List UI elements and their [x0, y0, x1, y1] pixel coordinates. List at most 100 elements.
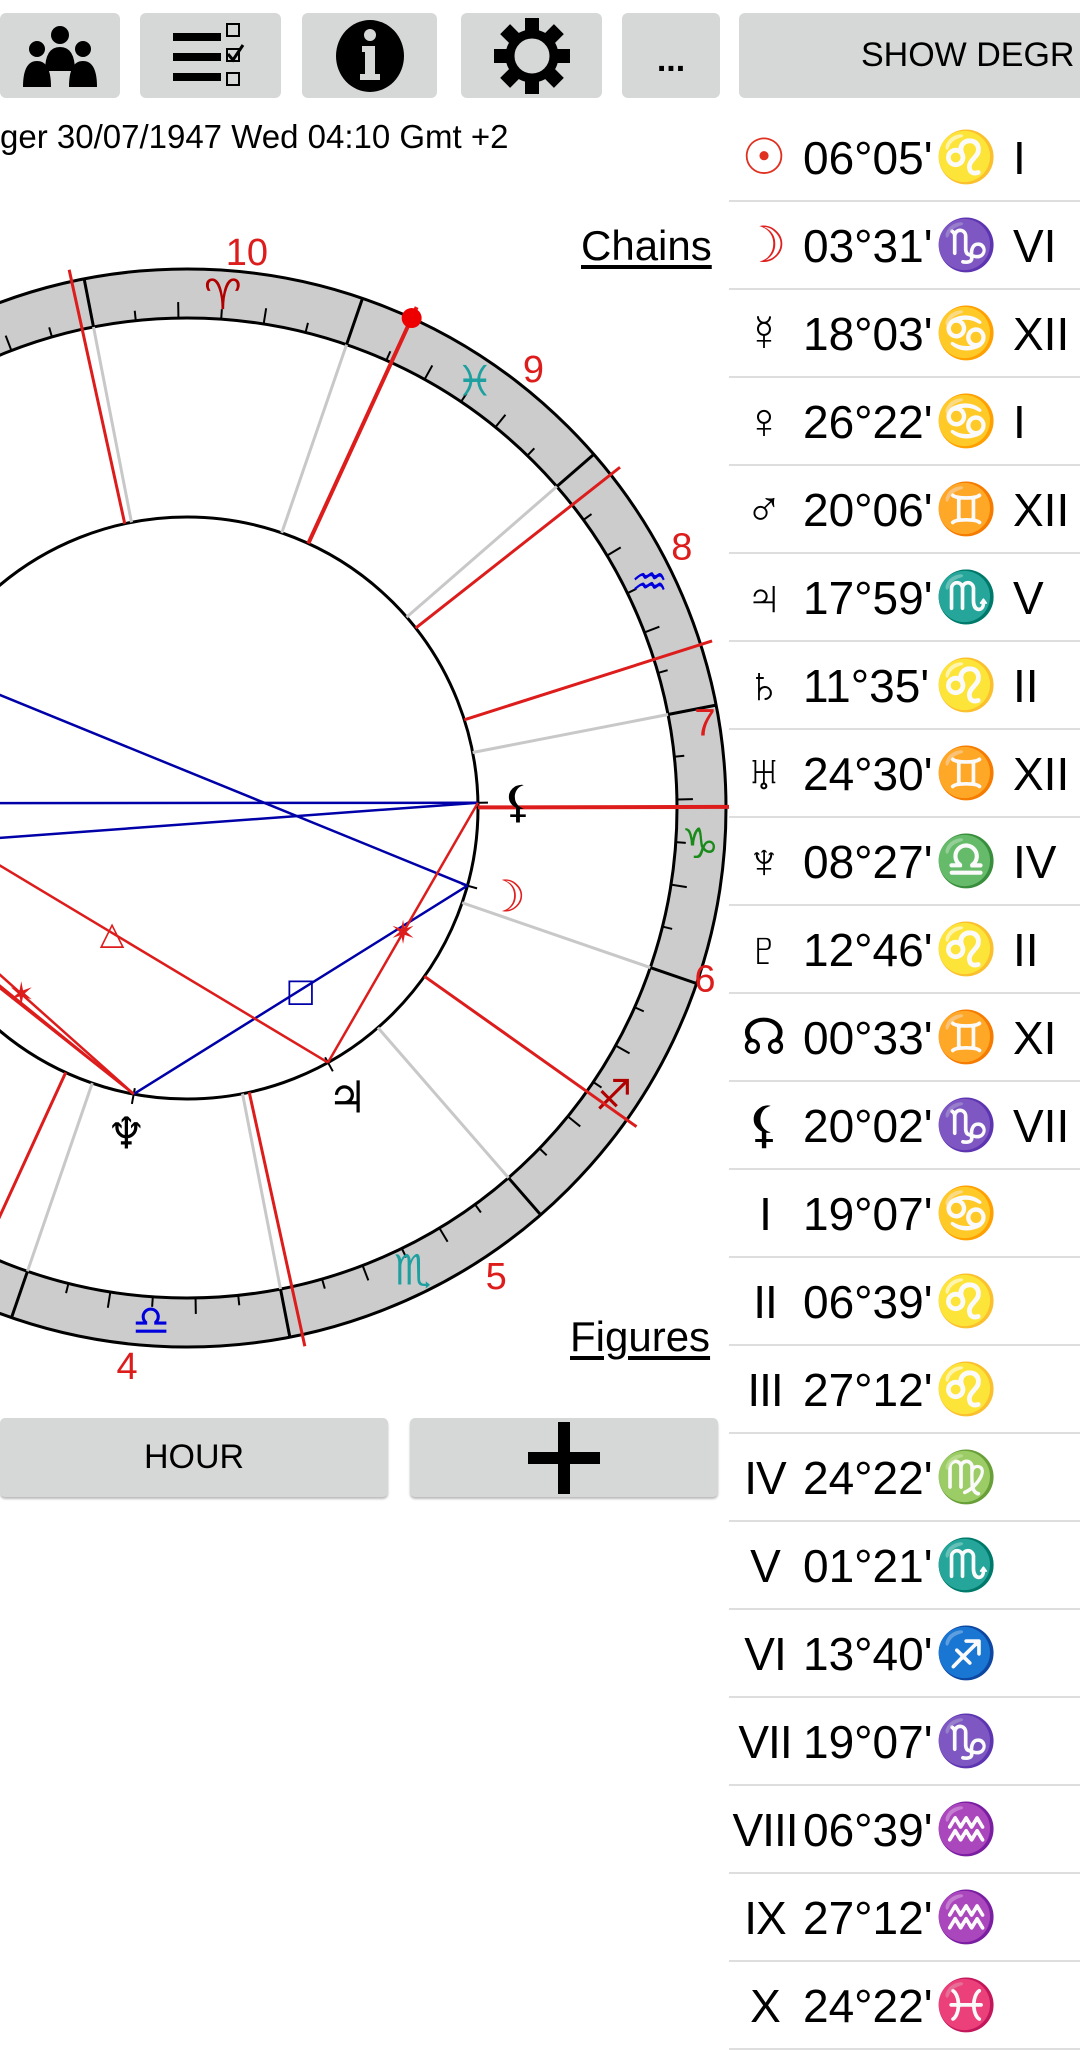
- planet-degree: 18°03': [803, 304, 933, 364]
- house-number-label: 9: [523, 349, 544, 391]
- planet-degree: 03°31': [803, 216, 933, 276]
- scorpio-icon: ♏: [935, 1530, 997, 1600]
- jupiter-icon: ♃: [328, 1073, 367, 1124]
- planet-row[interactable]: ♀26°22'♋I: [729, 378, 1080, 466]
- capricorn-icon: ♑: [681, 819, 719, 868]
- cancer-icon: ♋: [935, 1178, 997, 1248]
- trine-icon: △: [100, 914, 125, 952]
- planet-degree: 08°27': [803, 832, 933, 892]
- lilith-icon: ⚸: [502, 777, 534, 828]
- house-cusp-row[interactable]: II06°39'♌: [729, 1258, 1080, 1346]
- planet-degree: 06°05': [803, 128, 933, 188]
- natal-chart-wheel[interactable]: ♈♉♊♋♌♍♎♏♐♑♒♓123456789101112☉☽☿♀♂♃♄♅♆♇☊⚸□…: [0, 0, 729, 1410]
- jupiter-icon: ♃: [729, 562, 799, 632]
- house-number: VI: [729, 1624, 801, 1684]
- planet-house: I: [1013, 128, 1026, 188]
- sextile-icon: ✶: [8, 975, 35, 1013]
- planet-degree: 20°06': [803, 480, 933, 540]
- planet-row[interactable]: ☽03°31'♑VI: [729, 202, 1080, 290]
- planet-house: II: [1013, 656, 1039, 716]
- planet-row[interactable]: ♇12°46'♌II: [729, 906, 1080, 994]
- chains-link[interactable]: Chains: [581, 222, 712, 270]
- leo-icon: ♌: [935, 1266, 997, 1336]
- sign-division-line: [378, 1028, 509, 1178]
- leo-icon: ♌: [935, 914, 997, 984]
- degree-tick: [238, 1295, 239, 1305]
- planet-row[interactable]: ☉06°05'♌ I: [729, 114, 1080, 202]
- capricorn-icon: ♑: [935, 1706, 997, 1776]
- planet-row[interactable]: ☿18°03'♋ XII: [729, 290, 1080, 378]
- planet-row[interactable]: ♄11°35'♌II: [729, 642, 1080, 730]
- sign-division-line: [282, 345, 347, 533]
- gemini-icon: ♊: [935, 474, 997, 544]
- house-number: I: [729, 1184, 801, 1244]
- leo-icon: ♌: [935, 122, 997, 192]
- sun-icon: ☉: [729, 122, 799, 192]
- square-icon: □: [285, 971, 315, 1009]
- pisces-icon: ♓: [456, 356, 494, 405]
- planet-degree: 12°46': [803, 920, 933, 980]
- show-degrees-label: SHOW DEGR: [861, 36, 1074, 75]
- planet-row[interactable]: ♂20°06'♊XII: [729, 466, 1080, 554]
- neptune-icon: ♆: [107, 1108, 146, 1159]
- planet-house: XII: [1013, 304, 1069, 364]
- hour-button[interactable]: HOUR: [0, 1418, 388, 1497]
- gemini-icon: ♊: [935, 1002, 997, 1072]
- venus-icon: ♀: [729, 386, 799, 456]
- libra-icon: ♎: [935, 826, 997, 896]
- virgo-icon: ♍: [935, 1442, 997, 1512]
- planet-house: VII: [1013, 1096, 1069, 1156]
- house-number: IV: [729, 1448, 801, 1508]
- cusp-degree: 27°12': [803, 1360, 933, 1420]
- house-number-label: 5: [486, 1256, 507, 1298]
- planet-house: II: [1013, 920, 1039, 980]
- planet-degree: 24°30': [803, 744, 933, 804]
- planet-row[interactable]: ⚸20°02'♑VII: [729, 1082, 1080, 1170]
- show-degrees-button[interactable]: SHOW DEGR: [739, 13, 1080, 98]
- cusp-degree: 24°22': [803, 1448, 933, 1508]
- plus-icon: [526, 1420, 602, 1496]
- sagittarius-icon: ♐: [595, 1071, 633, 1120]
- north-node-icon: ☊: [729, 1002, 799, 1072]
- planet-degree: 26°22': [803, 392, 933, 452]
- cusp-degree: 06°39': [803, 1272, 933, 1332]
- house-cusp-row[interactable]: IV24°22'♍: [729, 1434, 1080, 1522]
- figures-link[interactable]: Figures: [570, 1313, 710, 1361]
- plus-button[interactable]: [410, 1418, 718, 1497]
- cusp-degree: 19°07': [803, 1712, 933, 1772]
- positions-table: ☉06°05'♌I☽03°31'♑VI☿18°03'♋XII♀26°22'♋I♂…: [729, 114, 1080, 2050]
- house-cusp-line: [416, 467, 620, 628]
- moon-icon: ☽: [486, 871, 525, 922]
- degree-tick: [674, 756, 684, 757]
- planet-row[interactable]: ☊00°33'♊ XI: [729, 994, 1080, 1082]
- mercury-icon: ☿: [729, 298, 799, 368]
- planet-house: IV: [1013, 832, 1056, 892]
- aquarius-icon: ♒: [631, 557, 669, 606]
- house-cusp-row[interactable]: VII19°07'♑: [729, 1698, 1080, 1786]
- moon-icon: ☽: [729, 210, 799, 280]
- planet-house: I: [1013, 392, 1026, 452]
- planet-house: VI: [1013, 216, 1056, 276]
- planet-row[interactable]: ♆08°27'♎IV: [729, 818, 1080, 906]
- house-number-label: 6: [694, 958, 715, 1000]
- house-cusp-row[interactable]: VIII06°39'♒: [729, 1786, 1080, 1874]
- planet-row[interactable]: ♅24°30'♊XII: [729, 730, 1080, 818]
- house-cusp-row[interactable]: V01°21'♏: [729, 1522, 1080, 1610]
- capricorn-icon: ♑: [935, 1090, 997, 1160]
- house-number: VIII: [729, 1800, 801, 1860]
- house-cusp-row[interactable]: III27°12'♌: [729, 1346, 1080, 1434]
- house-number: V: [729, 1536, 801, 1596]
- planet-degree: 00°33': [803, 1008, 933, 1068]
- cusp-degree: 13°40': [803, 1624, 933, 1684]
- house-cusp-row[interactable]: X24°22'♓: [729, 1962, 1080, 2050]
- planet-tick: [132, 1088, 135, 1104]
- cancer-icon: ♋: [935, 298, 997, 368]
- cusp-degree: 27°12': [803, 1888, 933, 1948]
- planet-house: XI: [1013, 1008, 1056, 1068]
- house-cusp-row[interactable]: I19°07'♋: [729, 1170, 1080, 1258]
- planet-row[interactable]: ♃17°59'♏V: [729, 554, 1080, 642]
- house-cusp-row[interactable]: VI13°40'♐: [729, 1610, 1080, 1698]
- libra-icon: ♎: [132, 1296, 170, 1345]
- house-cusp-row[interactable]: IX27°12'♒: [729, 1874, 1080, 1962]
- house-number: VII: [729, 1712, 801, 1772]
